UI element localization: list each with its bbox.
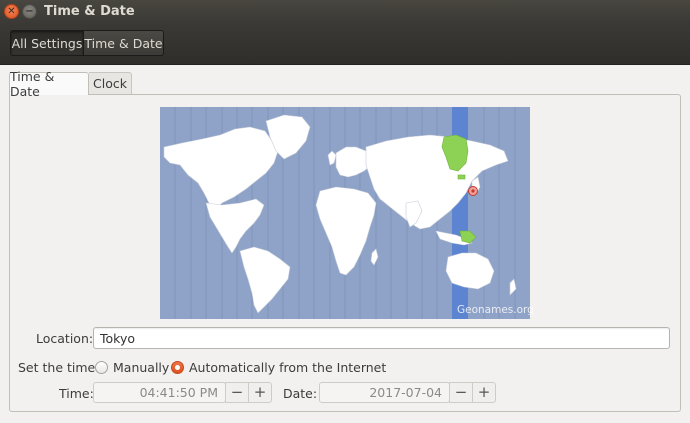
window-titlebar: ✕ − Time & Date	[0, 0, 690, 24]
minus-icon: −	[230, 383, 244, 401]
close-icon: ✕	[7, 5, 16, 17]
close-window-button[interactable]: ✕	[4, 4, 19, 19]
date-decrement-button[interactable]: −	[449, 382, 473, 403]
plus-icon: +	[253, 383, 267, 401]
automatic-radio[interactable]	[171, 361, 184, 374]
location-label: Location:	[36, 331, 94, 346]
time-decrement-button[interactable]: −	[225, 382, 249, 403]
minimize-window-button[interactable]: −	[22, 4, 37, 19]
tab-clock[interactable]: Clock	[89, 72, 132, 94]
location-pin-icon	[468, 186, 478, 196]
date-increment-button[interactable]: +	[472, 382, 496, 403]
location-value: Tokyo	[100, 330, 135, 346]
date-value: 2017-07-04	[369, 385, 442, 400]
manual-radio[interactable]	[95, 361, 108, 374]
automatic-radio-label[interactable]: Automatically from the Internet	[189, 360, 386, 375]
time-field[interactable]: 04:41:50 PM	[93, 382, 226, 403]
breadcrumb-current[interactable]: Time & Date	[84, 30, 164, 56]
time-increment-button[interactable]: +	[248, 382, 272, 403]
location-input[interactable]: Tokyo	[93, 327, 670, 349]
minus-icon: −	[454, 383, 468, 401]
minimize-icon: −	[25, 5, 34, 17]
date-label: Date:	[283, 386, 318, 401]
date-field[interactable]: 2017-07-04	[319, 382, 450, 403]
toolbar: All Settings Time & Date	[0, 24, 690, 65]
timezone-map[interactable]	[160, 107, 530, 319]
manual-radio-label[interactable]: Manually	[113, 360, 169, 375]
time-value: 04:41:50 PM	[139, 385, 218, 400]
tab-time-date[interactable]: Time & Date	[9, 69, 89, 99]
set-time-label: Set the time:	[18, 360, 100, 375]
all-settings-button[interactable]: All Settings	[10, 30, 84, 56]
map-attribution: Geonames.org	[457, 304, 534, 316]
window-title: Time & Date	[44, 4, 135, 19]
plus-icon: +	[477, 383, 491, 401]
time-label: Time:	[59, 386, 94, 401]
